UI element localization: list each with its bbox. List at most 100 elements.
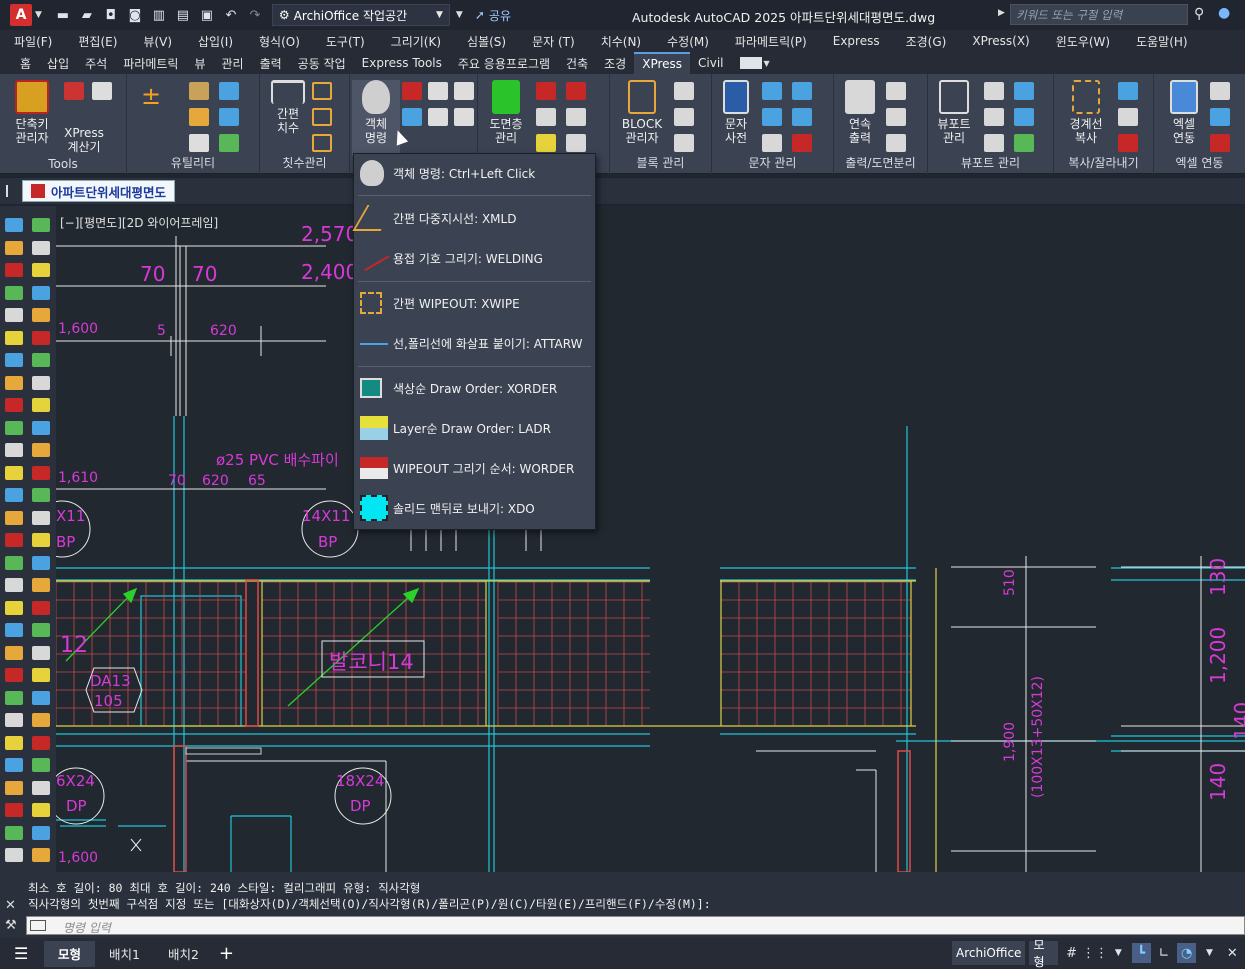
ribbon-minimize-toggle[interactable]: [739, 57, 762, 69]
palette-tool-icon[interactable]: [32, 533, 50, 547]
viewport-tool-1-icon[interactable]: [984, 82, 1004, 100]
open-folder-icon[interactable]: ▰: [78, 7, 96, 23]
excel-link-button[interactable]: 엑셀 연동: [1160, 80, 1208, 145]
palette-tool-icon[interactable]: [32, 420, 50, 435]
menu-window[interactable]: 윈도우(W): [1056, 33, 1110, 50]
polar-tracking-icon[interactable]: ◔: [1177, 943, 1197, 963]
drawing-viewport[interactable]: [−][평면도][2D 와이어프레임] 2,570 2,400 70 70 1,…: [56, 206, 1245, 872]
palette-tool-icon[interactable]: [5, 263, 23, 277]
add-layout-icon[interactable]: +: [219, 943, 234, 964]
object-command-button[interactable]: 객체 명령: [352, 80, 400, 156]
palette-tool-icon[interactable]: [5, 398, 23, 412]
palette-tool-icon[interactable]: [32, 713, 50, 727]
menu-edit[interactable]: 편집(E): [78, 33, 117, 50]
tab-landscape[interactable]: 조경: [596, 52, 634, 74]
excel-tool-1-icon[interactable]: [1210, 82, 1230, 100]
layer-tool-2-icon[interactable]: [566, 82, 586, 100]
tab-output[interactable]: 출력: [252, 52, 290, 74]
dim-tool-3-icon[interactable]: [312, 134, 332, 152]
menu-item-attarw[interactable]: 선,폴리선에 화살표 붙이기: ATTARW: [354, 327, 595, 359]
palette-tool-icon[interactable]: [32, 285, 50, 300]
search-input[interactable]: 키워드 또는 구절 입력: [1010, 4, 1188, 25]
infer-constraints-icon[interactable]: ┗: [1131, 943, 1151, 963]
palette-tool-icon[interactable]: [5, 758, 23, 772]
palette-tool-icon[interactable]: [5, 780, 23, 795]
palette-tool-icon[interactable]: [5, 308, 23, 322]
menu-express[interactable]: Express: [833, 34, 880, 48]
search-icon[interactable]: ⚲: [1194, 6, 1204, 22]
menu-xpress[interactable]: XPress(X): [972, 34, 1029, 48]
excel-tool-2-icon[interactable]: [1210, 108, 1230, 126]
palette-tool-icon[interactable]: [5, 353, 23, 367]
palette-tool-icon[interactable]: [32, 488, 50, 502]
block-tool-3-icon[interactable]: [674, 134, 694, 152]
menu-item-object-command[interactable]: 객체 명령: Ctrl+Left Click: [354, 157, 595, 189]
palette-tool-icon[interactable]: [5, 420, 23, 435]
tab-insert[interactable]: 삽입: [39, 52, 77, 74]
boundary-copy-button[interactable]: 경계선 복사: [1062, 80, 1110, 145]
tab-civil[interactable]: Civil: [690, 52, 731, 74]
shortcut-manager-button[interactable]: 단축키 관리자: [8, 80, 56, 145]
menu-parametric[interactable]: 파라메트릭(P): [735, 33, 807, 50]
tab-annotate[interactable]: 주석: [77, 52, 115, 74]
palette-tool-icon[interactable]: [32, 848, 50, 862]
palette-tool-icon[interactable]: [5, 285, 23, 300]
wrench-icon[interactable]: ⚒: [5, 918, 17, 933]
palette-tool-icon[interactable]: [32, 803, 50, 817]
workspace-selector[interactable]: ⚙ ArchiOffice 작업공간 ▼: [271, 4, 450, 26]
palette-tool-icon[interactable]: [5, 375, 23, 390]
tab-layout1[interactable]: 배치1: [95, 941, 154, 967]
utility-tool-3-icon[interactable]: [189, 108, 209, 126]
palette-tool-icon[interactable]: [32, 398, 50, 412]
palette-tool-icon[interactable]: [5, 713, 23, 727]
palette-tool-icon[interactable]: [32, 690, 50, 705]
palette-tool-icon[interactable]: [32, 443, 50, 457]
utility-tool-5-icon[interactable]: [189, 134, 209, 152]
palette-tool-icon[interactable]: [32, 510, 50, 525]
object-tool-3-icon[interactable]: [454, 82, 474, 100]
chevron-down-icon[interactable]: ▼: [456, 10, 463, 20]
text-tool-5-icon[interactable]: [762, 134, 782, 152]
tab-home[interactable]: 홈: [12, 52, 39, 74]
layer-manager-button[interactable]: 도면층 관리: [482, 80, 530, 145]
export-icon[interactable]: ▤: [174, 7, 192, 23]
palette-tool-icon[interactable]: [5, 533, 23, 547]
block-manager-button[interactable]: BLOCK 관리자: [618, 80, 666, 145]
palette-tool-icon[interactable]: [32, 330, 50, 345]
redo-icon[interactable]: ↷: [246, 7, 264, 23]
layer-tool-6-icon[interactable]: [566, 134, 586, 152]
tab-parametric[interactable]: 파라메트릭: [115, 52, 186, 74]
block-tool-2-icon[interactable]: [674, 108, 694, 126]
palette-tool-icon[interactable]: [32, 555, 50, 570]
palette-tool-icon[interactable]: [32, 623, 50, 637]
palette-tool-icon[interactable]: [5, 465, 23, 480]
archioffice-button[interactable]: ArchiOffice: [952, 941, 1026, 965]
layer-tool-3-icon[interactable]: [536, 108, 556, 126]
grid-icon[interactable]: #: [1062, 943, 1081, 963]
menu-text[interactable]: 문자 (T): [532, 33, 575, 50]
text-tool-6-icon[interactable]: [792, 134, 812, 152]
palette-tool-icon[interactable]: [32, 375, 50, 390]
save-icon[interactable]: ◘: [102, 7, 120, 23]
viewport-tool-3-icon[interactable]: [984, 108, 1004, 126]
menu-item-worder[interactable]: WIPEOUT 그리기 순서: WORDER: [354, 452, 595, 484]
palette-tool-icon[interactable]: [32, 308, 50, 322]
palette-tool-icon[interactable]: [5, 443, 23, 457]
text-tool-1-icon[interactable]: [762, 82, 782, 100]
palette-tool-icon[interactable]: [5, 803, 23, 817]
object-tool-5-icon[interactable]: [428, 108, 448, 126]
utility-tool-1-icon[interactable]: [189, 82, 209, 100]
chevron-down-icon[interactable]: ▼: [1200, 943, 1219, 963]
palette-tool-icon[interactable]: [5, 600, 23, 615]
palette-tool-icon[interactable]: [5, 668, 23, 682]
palette-tool-icon[interactable]: [32, 735, 50, 750]
quick-dimension-button[interactable]: 간편 치수: [264, 80, 312, 135]
object-tool-6-icon[interactable]: [454, 108, 474, 126]
clip-tool-2-icon[interactable]: [1118, 108, 1138, 126]
viewport-tool-6-icon[interactable]: [1014, 134, 1034, 152]
palette-tool-icon[interactable]: [5, 330, 23, 345]
tab-manage[interactable]: 관리: [213, 52, 251, 74]
palette-tool-icon[interactable]: [32, 465, 50, 480]
chevron-down-icon[interactable]: ▼: [764, 59, 770, 68]
palette-tool-icon[interactable]: [5, 825, 23, 840]
